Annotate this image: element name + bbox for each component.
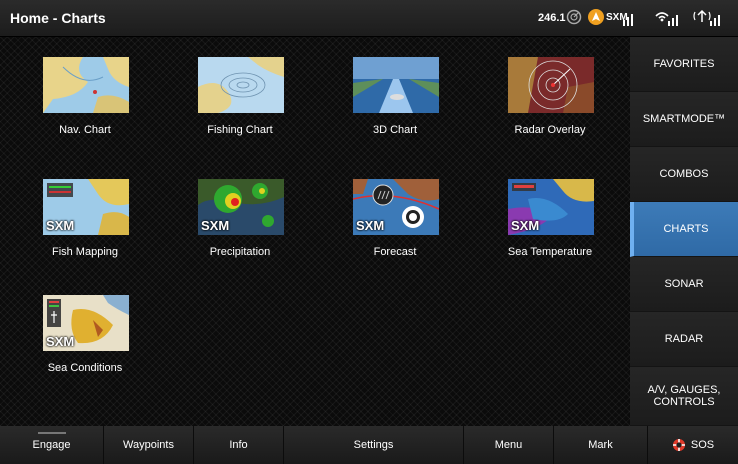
lifebuoy-icon (672, 439, 685, 451)
info-button[interactable]: Info (194, 426, 284, 464)
precipitation-icon: SXM (198, 179, 284, 235)
navigation-icon (588, 9, 604, 25)
sxm-badge: SXM (46, 334, 75, 349)
tile-precipitation[interactable]: SXM Precipitation (175, 159, 305, 259)
ais-signal-icon (693, 9, 720, 26)
nav-chart-icon (43, 57, 129, 113)
sidebar-item-smartmode[interactable]: SMARTMODE™ (630, 92, 738, 147)
engage-indicator (38, 432, 66, 434)
tile-label: Sea Temperature (507, 246, 593, 258)
forecast-icon: SXM (353, 179, 439, 235)
tile-label: Sea Conditions (47, 362, 123, 374)
tile-label: Fishing Chart (207, 124, 273, 136)
sxm-badge: SXM (46, 218, 75, 233)
tile-label: Radar Overlay (514, 124, 586, 136)
sidebar-item-av-gauges-controls[interactable]: A/V, GAUGES, CONTROLS (630, 367, 738, 426)
3d-chart-icon (353, 57, 439, 113)
tile-3d-chart[interactable]: 3D Chart (330, 37, 460, 137)
chart-apps-grid: Nav. Chart Fishing Chart 3D Chart Radar … (0, 37, 630, 426)
radar-overlay-icon (508, 57, 594, 113)
sea-conditions-icon: SXM (43, 295, 129, 351)
engage-button[interactable]: Engage (0, 426, 104, 464)
sidebar-item-favorites[interactable]: FAVORITES (630, 37, 738, 92)
tile-label: 3D Chart (372, 124, 418, 136)
tile-sea-conditions[interactable]: SXM Sea Conditions (20, 275, 150, 375)
tile-nav-chart[interactable]: Nav. Chart (20, 37, 150, 137)
bottom-toolbar: Engage Waypoints Info Settings Menu Mark… (0, 426, 738, 464)
category-sidebar: FAVORITES SMARTMODE™ COMBOS CHARTS SONAR… (630, 37, 738, 426)
tile-label: Forecast (373, 246, 417, 258)
status-bar: Home - Charts 246.1 SXM (0, 0, 738, 37)
sidebar-item-combos[interactable]: COMBOS (630, 147, 738, 202)
tile-fishing-chart[interactable]: Fishing Chart (175, 37, 305, 137)
sxm-badge: SXM (511, 218, 540, 233)
sidebar-item-charts[interactable]: CHARTS (630, 202, 738, 257)
tile-label: Precipitation (209, 246, 271, 258)
tile-sea-temperature[interactable]: SXM Sea Temperature (485, 159, 615, 259)
sidebar-item-sonar[interactable]: SONAR (630, 257, 738, 312)
wifi-signal-icon (655, 12, 678, 26)
gps-icon (566, 9, 582, 25)
waypoints-button[interactable]: Waypoints (104, 426, 194, 464)
sos-button[interactable]: SOS (648, 426, 738, 464)
tile-label: Fish Mapping (51, 246, 119, 258)
mark-button[interactable]: Mark (554, 426, 648, 464)
speed-readout: 246.1 (538, 12, 566, 24)
tile-fish-mapping[interactable]: SXM Fish Mapping (20, 159, 150, 259)
sxm-signal-icon (623, 14, 633, 26)
settings-button[interactable]: Settings (284, 426, 464, 464)
sxm-badge: SXM (356, 218, 385, 233)
sidebar-item-radar[interactable]: RADAR (630, 312, 738, 367)
tile-forecast[interactable]: SXM Forecast (330, 159, 460, 259)
sea-temperature-icon: SXM (508, 179, 594, 235)
engage-label: Engage (32, 439, 71, 451)
page-title: Home - Charts (10, 10, 106, 26)
sxm-badge: SXM (201, 218, 230, 233)
sos-label: SOS (690, 439, 715, 451)
tile-radar-overlay[interactable]: Radar Overlay (485, 37, 615, 137)
menu-button[interactable]: Menu (464, 426, 554, 464)
fish-mapping-icon: SXM (43, 179, 129, 235)
tile-label: Nav. Chart (59, 124, 111, 136)
fishing-chart-icon (198, 57, 284, 113)
